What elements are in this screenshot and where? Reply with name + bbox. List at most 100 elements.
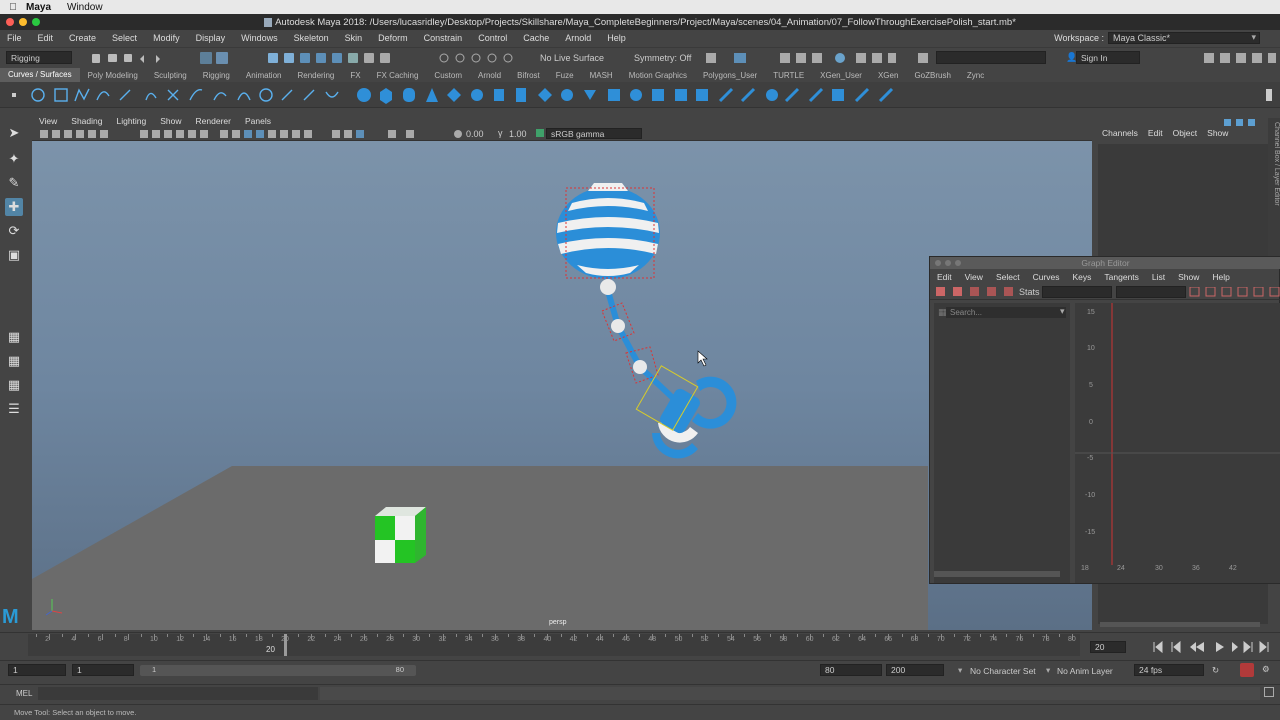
graph-editor-curve-view[interactable]: 15 10 5 0 -5 -10 -15 18 24 30 36 42 (1075, 303, 1280, 583)
toggle-channel-box-icon[interactable] (1252, 53, 1262, 63)
open-close-surfaces-icon[interactable] (832, 89, 844, 101)
spline-tangent-icon[interactable] (1205, 287, 1216, 297)
shelf-tab-xgen[interactable]: XGen (870, 71, 906, 80)
construction-history-icon[interactable] (706, 53, 716, 63)
lattice-deform-keys-icon[interactable] (970, 287, 979, 296)
move-tool-icon[interactable]: ✚ (5, 198, 23, 216)
untrim-icon[interactable] (766, 89, 778, 101)
grease-pencil-icon[interactable] (88, 130, 96, 138)
insert-isoparms-icon[interactable] (854, 87, 870, 103)
snap-view-icon[interactable] (487, 53, 497, 63)
go-to-end-icon[interactable] (1259, 640, 1269, 654)
playblast-icon[interactable] (872, 53, 882, 63)
toggle-tool-settings-icon[interactable] (1236, 53, 1246, 63)
project-curve-icon[interactable] (696, 89, 708, 101)
play-backwards-icon[interactable] (1196, 642, 1204, 652)
ge-menu-show[interactable]: Show (1178, 272, 1199, 282)
loft-icon[interactable] (494, 89, 504, 101)
command-input[interactable] (38, 687, 318, 700)
graph-editor-close-button[interactable] (935, 260, 941, 266)
graph-editor-zoom-button[interactable] (955, 260, 961, 266)
snap-grid-icon[interactable] (439, 53, 449, 63)
extend-curve-icon[interactable] (303, 89, 315, 101)
shelf-tab-mash[interactable]: MASH (582, 71, 621, 80)
channel-menu-edit[interactable]: Edit (1148, 128, 1163, 138)
paint-select-tool-icon[interactable]: ✎ (5, 174, 23, 192)
mac-menu-app[interactable]: Maya (26, 2, 51, 13)
exposure-icon[interactable] (454, 130, 462, 138)
character-set-dropdown[interactable]: No Character Set (970, 666, 1036, 676)
lock-icon[interactable] (380, 53, 390, 63)
channel-box-scrollbar[interactable] (1100, 622, 1260, 627)
snap-surface-icon[interactable] (503, 53, 513, 63)
panel-menu-shading[interactable]: Shading (71, 116, 102, 126)
grid-icon[interactable] (100, 130, 108, 138)
ge-menu-edit[interactable]: Edit (937, 272, 952, 282)
nurbs-plane-icon[interactable] (447, 88, 461, 102)
two-d-pan-zoom-icon[interactable] (76, 130, 84, 138)
bezier-curve-icon[interactable] (167, 89, 179, 101)
shelf-tab-turtle[interactable]: TURTLE (765, 71, 812, 80)
menu-skeleton[interactable]: Skeleton (294, 33, 329, 43)
auto-tangent-icon[interactable] (1189, 287, 1200, 297)
retime-keys-icon[interactable] (1004, 287, 1013, 296)
shelf-tab-animation[interactable]: Animation (238, 71, 290, 80)
color-management-icon[interactable] (536, 129, 544, 137)
birail-icon[interactable] (584, 90, 596, 100)
reverse-curve-icon[interactable] (281, 89, 293, 101)
lasso-tool-icon[interactable]: ✦ (5, 150, 23, 168)
menu-skin[interactable]: Skin (345, 33, 363, 43)
menu-windows[interactable]: Windows (241, 33, 278, 43)
nurbs-cone-icon[interactable] (426, 88, 438, 102)
pendulum-rig[interactable] (556, 183, 737, 459)
shelf-tab-fx-caching[interactable]: FX Caching (369, 71, 427, 80)
toggle-attribute-editor-icon[interactable] (1220, 53, 1230, 63)
step-tangent-icon[interactable] (1269, 287, 1280, 297)
pick-rendering-icon[interactable] (364, 53, 374, 63)
undo-icon[interactable] (140, 55, 144, 63)
pick-surfaces-icon[interactable] (316, 53, 326, 63)
scale-tool-icon[interactable]: ▣ (5, 246, 23, 264)
move-keys-icon[interactable] (936, 287, 945, 296)
bevel-icon[interactable] (652, 89, 664, 101)
shelf-tab-zync[interactable]: Zync (959, 71, 992, 80)
revolve-icon[interactable] (516, 88, 526, 102)
gate-mask-icon[interactable] (164, 130, 172, 138)
flat-tangent-icon[interactable] (1253, 287, 1264, 297)
shelf-tab-arnold[interactable]: Arnold (470, 71, 509, 80)
insert-keys-icon[interactable] (953, 287, 962, 296)
live-surface-label[interactable]: No Live Surface (540, 53, 604, 63)
step-back-key-icon[interactable] (1171, 640, 1181, 654)
pause-icon[interactable] (888, 53, 896, 63)
safe-action-icon[interactable] (188, 130, 196, 138)
menu-help[interactable]: Help (607, 33, 626, 43)
step-forward-frame-icon[interactable] (1232, 642, 1238, 652)
animation-start-field[interactable]: 1 (8, 664, 66, 676)
clamped-tangent-icon[interactable] (1221, 287, 1232, 297)
pencil-curve-icon[interactable] (119, 89, 131, 101)
auto-key-icon[interactable] (1240, 663, 1254, 677)
rotate-tool-icon[interactable]: ⟳ (5, 222, 23, 240)
nurbs-torus-icon[interactable] (471, 89, 483, 101)
ge-menu-list[interactable]: List (1152, 272, 1165, 282)
textured-icon[interactable] (256, 130, 264, 138)
shelf-tab-rendering[interactable]: Rendering (289, 71, 342, 80)
quick-input-field[interactable] (936, 51, 1046, 64)
use-all-lights-icon[interactable] (268, 130, 276, 138)
save-scene-icon[interactable] (124, 54, 132, 62)
checker-cube[interactable] (375, 507, 426, 563)
safe-title-icon[interactable] (200, 130, 208, 138)
ge-menu-select[interactable]: Select (996, 272, 1020, 282)
ge-menu-curves[interactable]: Curves (1033, 272, 1060, 282)
persp-graph-layout-icon[interactable]: ▦ (5, 376, 23, 394)
step-forward-key-icon[interactable] (1243, 640, 1253, 654)
graph-editor-outliner[interactable] (934, 303, 1070, 583)
animation-end-field[interactable]: 200 (886, 664, 944, 676)
ge-menu-keys[interactable]: Keys (1073, 272, 1092, 282)
bevel-plus-icon[interactable] (675, 89, 687, 101)
isolate-select-icon[interactable] (332, 130, 340, 138)
menu-display[interactable]: Display (196, 33, 226, 43)
toggle-modeling-toolkit-icon[interactable] (1204, 53, 1214, 63)
arnold-render-icon[interactable] (835, 53, 845, 63)
go-to-start-icon[interactable] (1153, 640, 1163, 654)
